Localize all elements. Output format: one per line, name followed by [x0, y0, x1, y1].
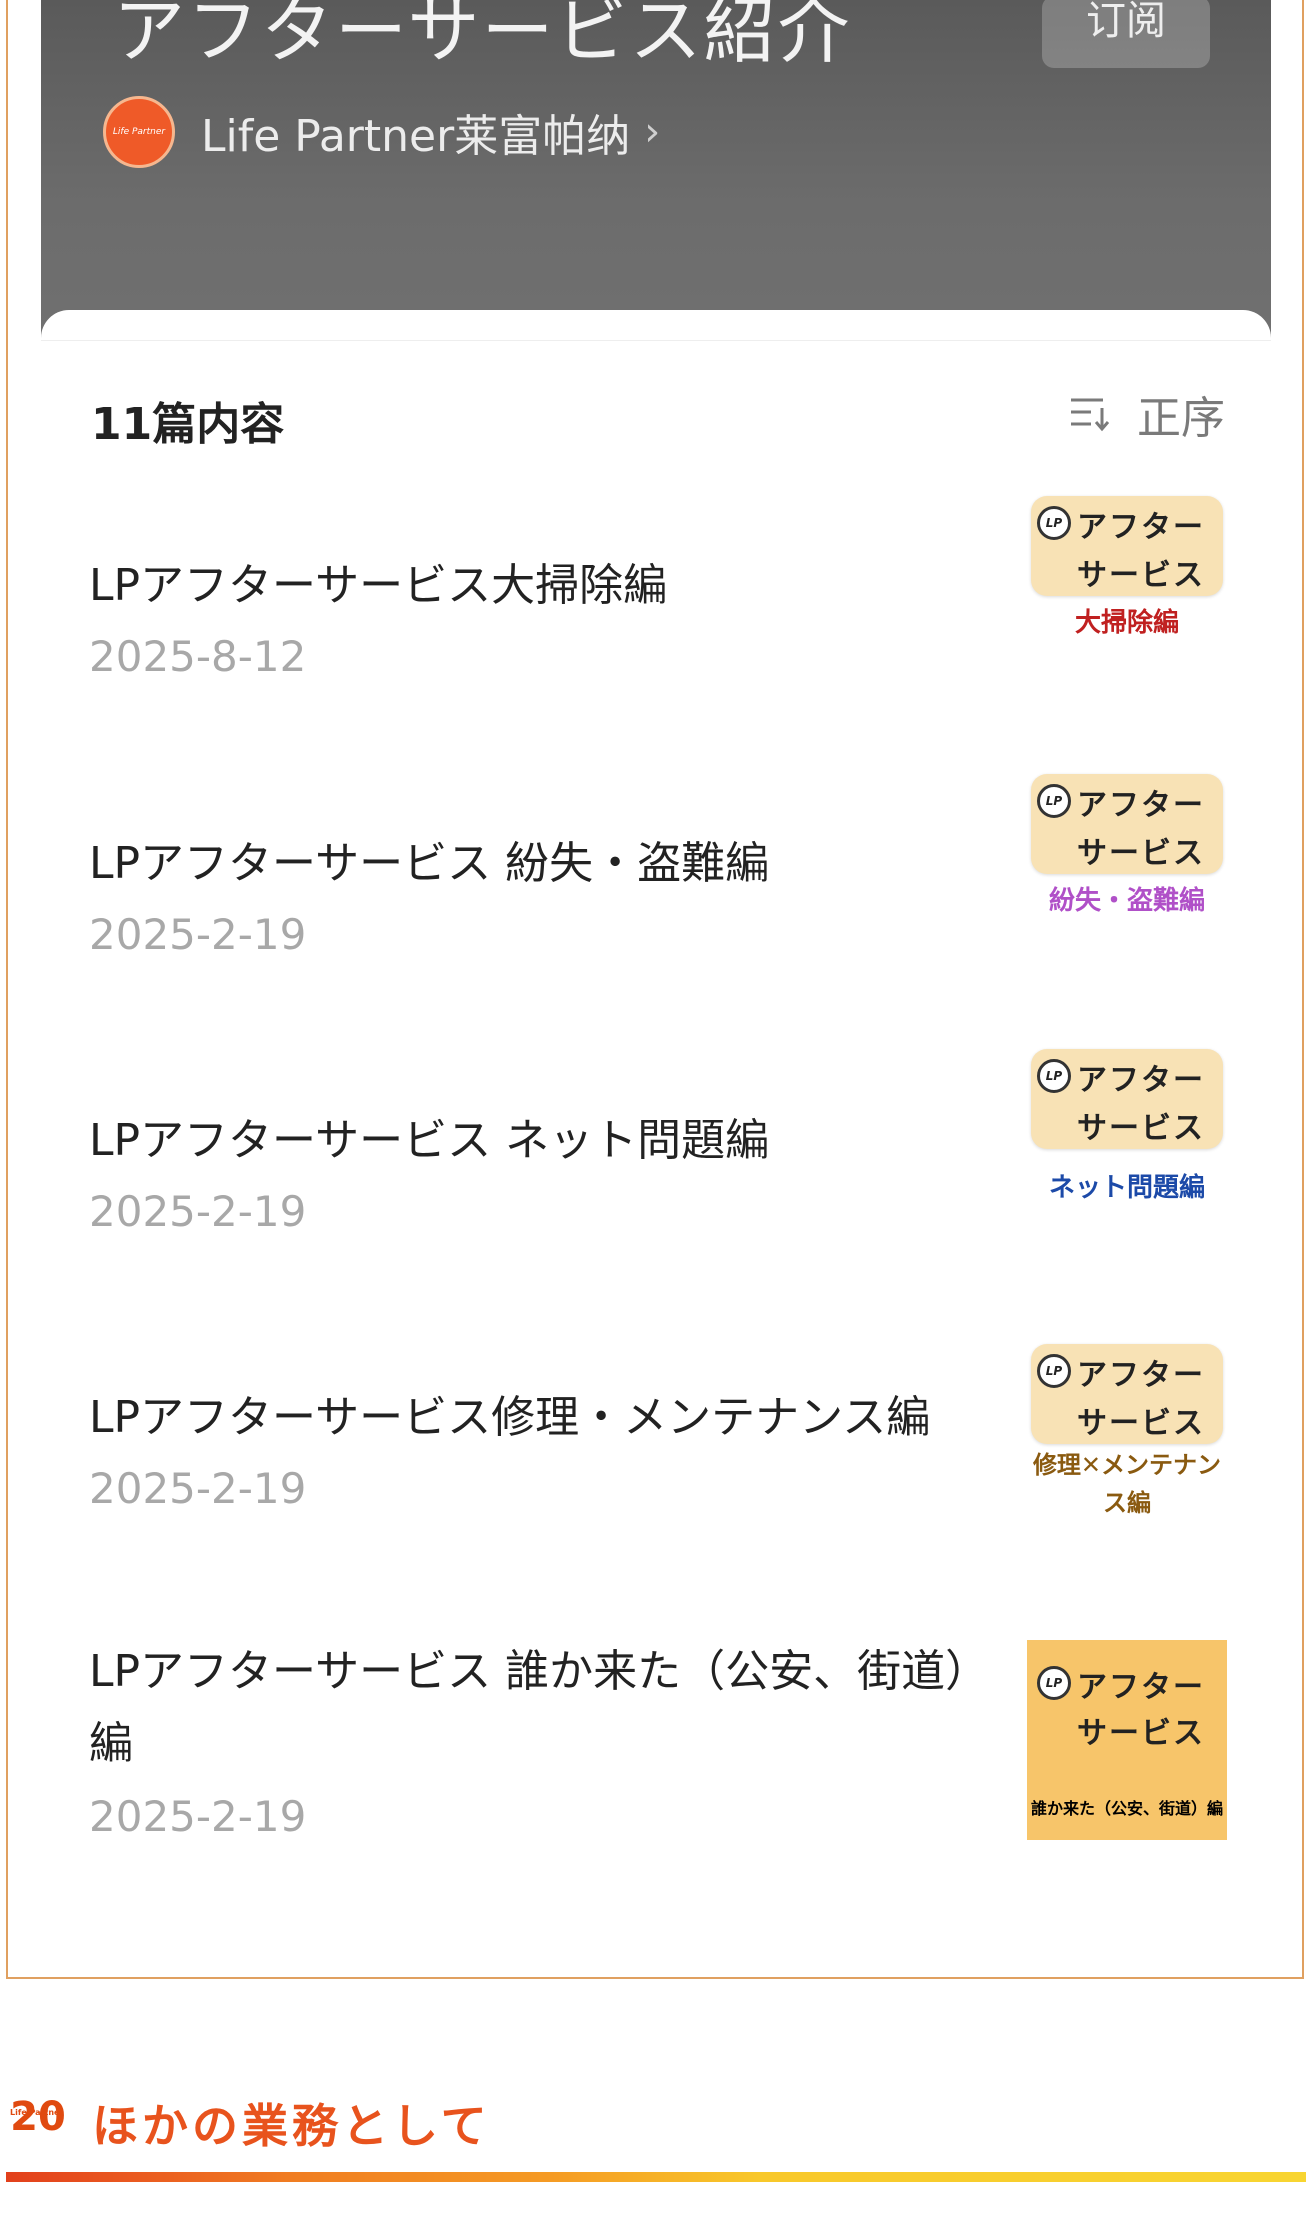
- thumbnail-category: 大掃除編: [1074, 608, 1179, 638]
- article-title: LPアフターサービス 誰か来た（公安、街道）編: [89, 1646, 990, 1769]
- thumbnail-badge: LP アフター サービス: [1031, 496, 1223, 596]
- article-thumbnail: LP アフター サービス 誰か来た（公安、街道）編: [1027, 1640, 1227, 1840]
- sort-label: 正序: [1137, 393, 1225, 444]
- lp-logo-icon: LP: [1037, 1354, 1071, 1388]
- collection-title: アフターサービス紹介: [113, 0, 852, 73]
- logo-caption: Life Partner: [10, 2108, 64, 2117]
- lp-logo-icon: LP: [1037, 1666, 1071, 1700]
- article-date: 2025-8-12: [89, 632, 307, 681]
- lp-logo-icon: LP: [1037, 1059, 1071, 1093]
- article-title: LPアフターサービス大掃除編: [89, 560, 668, 611]
- lp-logo-icon: LP: [1037, 506, 1071, 540]
- thumbnail-text: サービス: [1077, 558, 1205, 593]
- thumbnail-text: サービス: [1077, 836, 1205, 871]
- article-date: 2025-2-19: [89, 1792, 307, 1841]
- section-underline: [6, 2172, 1306, 2182]
- channel-link[interactable]: Life Partner Life Partner莱富帕纳 ›: [103, 96, 660, 168]
- thumbnail-text: アフター: [1077, 788, 1205, 823]
- thumbnail-category: 修理✕メンテナンス編: [1032, 1451, 1222, 1517]
- article-thumbnail: LP アフター サービス 大掃除編: [1027, 492, 1227, 692]
- section-title: ほかの業務として: [92, 2099, 491, 2153]
- thumbnail-badge: LP アフター サービス: [1031, 1644, 1223, 1751]
- chevron-right-icon: ›: [644, 109, 661, 155]
- article-title: LPアフターサービス ネット問題編: [89, 1115, 770, 1166]
- channel-name: Life Partner莱富帕纳: [201, 111, 631, 162]
- thumbnail-text: アフター: [1077, 510, 1205, 545]
- channel-logo: Life Partner: [103, 96, 175, 168]
- thumbnail-text: サービス: [1077, 1111, 1205, 1146]
- article-count: 11篇内容: [91, 399, 285, 450]
- article-title: LPアフターサービス 紛失・盗難編: [89, 838, 770, 889]
- sort-icon: [1071, 398, 1110, 432]
- article-thumbnail: LP アフター サービス 紛失・盗難編: [1027, 770, 1227, 970]
- article-thumbnail: LP アフター サービス ネット問題編: [1027, 1045, 1227, 1245]
- thumbnail-text: サービス: [1077, 1406, 1205, 1441]
- thumbnail-text: アフター: [1077, 1358, 1205, 1393]
- thumbnail-text: アフター: [1077, 1670, 1205, 1705]
- divider: [41, 340, 1271, 341]
- thumbnail-badge: LP アフター サービス: [1031, 774, 1223, 874]
- thumbnail-text: アフター: [1077, 1063, 1205, 1098]
- section-heading: Life Partner 20 ほかの業務として: [10, 2090, 491, 2156]
- article-list-panel: 11篇内容 正序 LPアフターサービス大掃除編 2025-8-12 LP アフタ…: [41, 310, 1271, 1970]
- article-date: 2025-2-19: [89, 1464, 307, 1513]
- thumbnail-badge: LP アフター サービス: [1031, 1049, 1223, 1149]
- article-title: LPアフターサービス修理・メンテナンス編: [89, 1392, 931, 1443]
- lp-logo-icon: LP: [1037, 784, 1071, 818]
- article-date: 2025-2-19: [89, 910, 307, 959]
- thumbnail-category: ネット問題編: [1048, 1173, 1205, 1203]
- thumbnail-badge: LP アフター サービス: [1031, 1344, 1223, 1444]
- anniversary-logo: Life Partner 20: [10, 2092, 66, 2154]
- subscribe-button[interactable]: 订阅: [1042, 0, 1210, 68]
- thumbnail-category: 誰か来た（公安、街道）編: [1031, 1799, 1224, 1818]
- collection-header: アフターサービス紹介 订阅 Life Partner Life Partner莱…: [41, 0, 1271, 340]
- thumbnail-category: 紛失・盗難編: [1048, 886, 1205, 916]
- thumbnail-text: サービス: [1077, 1716, 1205, 1751]
- article-date: 2025-2-19: [89, 1187, 307, 1236]
- article-thumbnail: LP アフター サービス 修理✕メンテナンス編: [1027, 1340, 1227, 1540]
- sort-toggle[interactable]: 正序: [1069, 382, 1225, 446]
